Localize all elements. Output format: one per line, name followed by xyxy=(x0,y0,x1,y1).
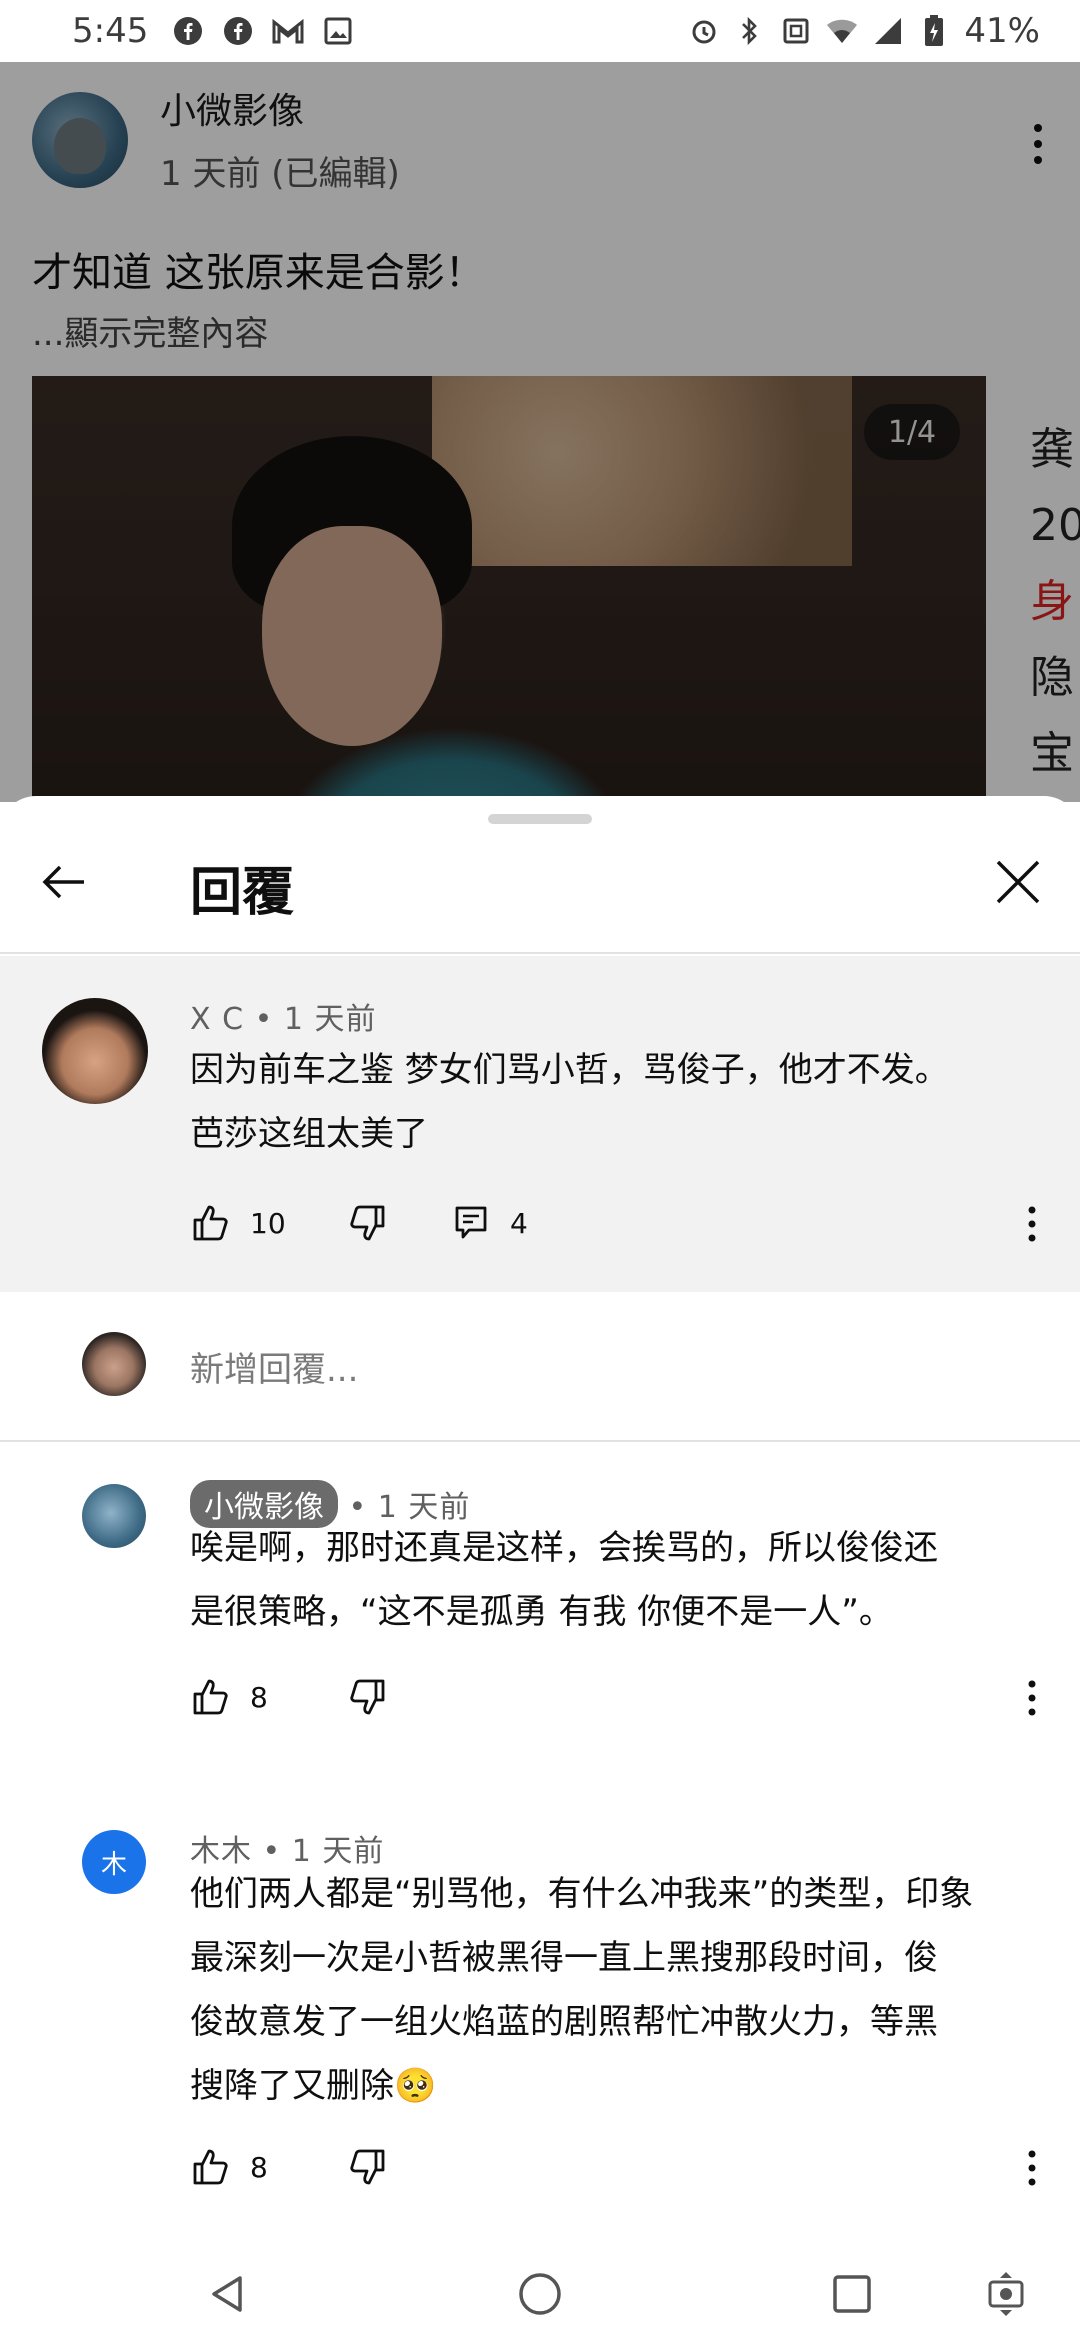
scrim-overlay[interactable] xyxy=(0,62,1080,802)
image-icon xyxy=(322,15,354,47)
comment-actions: 8 xyxy=(190,2146,388,2188)
gmail-icon xyxy=(272,15,304,47)
dislike-icon[interactable] xyxy=(346,2146,388,2188)
bluetooth-icon xyxy=(734,15,766,47)
facebook-icon xyxy=(172,15,204,47)
reply-item: 木 木木 • 1 天前 他们两人都是“别骂他，有什么冲我来”的类型，印象 最深刻… xyxy=(0,1830,1080,2230)
comment-time: 1 天前 xyxy=(283,1002,377,1037)
signal-icon xyxy=(872,15,904,47)
comment-text-line: 唉是啊，那时还真是这样，会挨骂的，所以俊俊还 xyxy=(190,1528,938,1568)
sheet-title: 回覆 xyxy=(190,863,295,923)
nav-recents-icon[interactable] xyxy=(824,2266,880,2322)
avatar[interactable]: 木 xyxy=(82,1830,146,1894)
status-bar: 5:45 41% xyxy=(0,0,1080,62)
comment-text-line: 是很策略，“这不是孤勇 有我 你便不是一人”。 xyxy=(190,1592,893,1632)
back-arrow-icon[interactable] xyxy=(36,854,92,910)
avatar xyxy=(82,1332,146,1396)
comment-text-line: 他们两人都是“别骂他，有什么冲我来”的类型，印象 xyxy=(190,1874,974,1914)
status-time: 5:45 xyxy=(72,11,149,51)
battery-percent: 41% xyxy=(964,11,1040,51)
close-icon[interactable] xyxy=(990,854,1046,910)
reply-icon[interactable] xyxy=(450,1202,492,1244)
wifi-icon xyxy=(826,15,858,47)
comment-text-line: 俊故意发了一组火焰蓝的剧照帮忙冲散火力，等黑 xyxy=(190,2002,938,2042)
parent-comment: X C • 1 天前 因为前车之鉴 梦女们骂小哲，骂俊子，他才不发。 芭莎这组太… xyxy=(0,956,1080,1292)
like-icon[interactable] xyxy=(190,1202,232,1244)
nav-back-icon[interactable] xyxy=(200,2266,256,2322)
replies-sheet: 回覆 X C • 1 天前 因为前车之鉴 梦女们骂小哲，骂俊子，他才不发。 芭莎… xyxy=(0,796,1080,2246)
like-count: 10 xyxy=(250,1206,286,1240)
nav-home-icon[interactable] xyxy=(512,2266,568,2322)
comment-author[interactable]: X C xyxy=(190,1002,244,1037)
avatar[interactable] xyxy=(42,998,148,1104)
system-nav-bar xyxy=(0,2246,1080,2340)
reply-count: 4 xyxy=(510,1206,528,1240)
alarm-icon xyxy=(688,15,720,47)
comment-text: 唉是啊，那时还真是这样，会挨骂的，所以俊俊还 是很策略，“这不是孤勇 有我 你便… xyxy=(190,1516,938,1644)
drag-handle[interactable] xyxy=(488,814,592,824)
comment-text-line: 搜降了又删除🥺 xyxy=(190,2066,437,2106)
comment-text: 因为前车之鉴 梦女们骂小哲，骂俊子，他才不发。 芭莎这组太美了 xyxy=(190,1038,949,1166)
facebook-icon xyxy=(222,15,254,47)
like-count: 8 xyxy=(250,1680,268,1714)
comment-actions: 8 xyxy=(190,1676,388,1718)
comment-meta: X C • 1 天前 xyxy=(190,1002,377,1037)
comment-text-line: 最深刻一次是小哲被黑得一直上黑搜那段时间，俊 xyxy=(190,1938,938,1978)
avatar[interactable] xyxy=(82,1484,146,1548)
add-reply-row[interactable]: 新增回覆... xyxy=(0,1292,1080,1442)
comment-more-icon[interactable] xyxy=(1022,2146,1042,2190)
like-icon[interactable] xyxy=(190,1676,232,1718)
comment-text-line: 因为前车之鉴 梦女们骂小哲，骂俊子，他才不发。 xyxy=(190,1050,949,1090)
dislike-icon[interactable] xyxy=(346,1676,388,1718)
sheet-header: 回覆 xyxy=(0,832,1080,954)
battery-icon xyxy=(918,15,950,47)
dislike-icon[interactable] xyxy=(346,1202,388,1244)
comment-more-icon[interactable] xyxy=(1022,1202,1042,1246)
like-count: 8 xyxy=(250,2150,268,2184)
screenshot-icon[interactable] xyxy=(978,2266,1034,2322)
add-reply-input[interactable]: 新增回覆... xyxy=(190,1342,358,1391)
comment-text-line: 芭莎这组太美了 xyxy=(190,1114,428,1154)
comment-text: 他们两人都是“别骂他，有什么冲我来”的类型，印象 最深刻一次是小哲被黑得一直上黑… xyxy=(190,1862,973,2118)
comment-more-icon[interactable] xyxy=(1022,1676,1042,1720)
comment-actions: 10 4 xyxy=(190,1202,528,1244)
nfc-icon xyxy=(780,15,812,47)
reply-item: 小微影像 • 1 天前 唉是啊，那时还真是这样，会挨骂的，所以俊俊还 是很策略，… xyxy=(0,1480,1080,1784)
like-icon[interactable] xyxy=(190,2146,232,2188)
